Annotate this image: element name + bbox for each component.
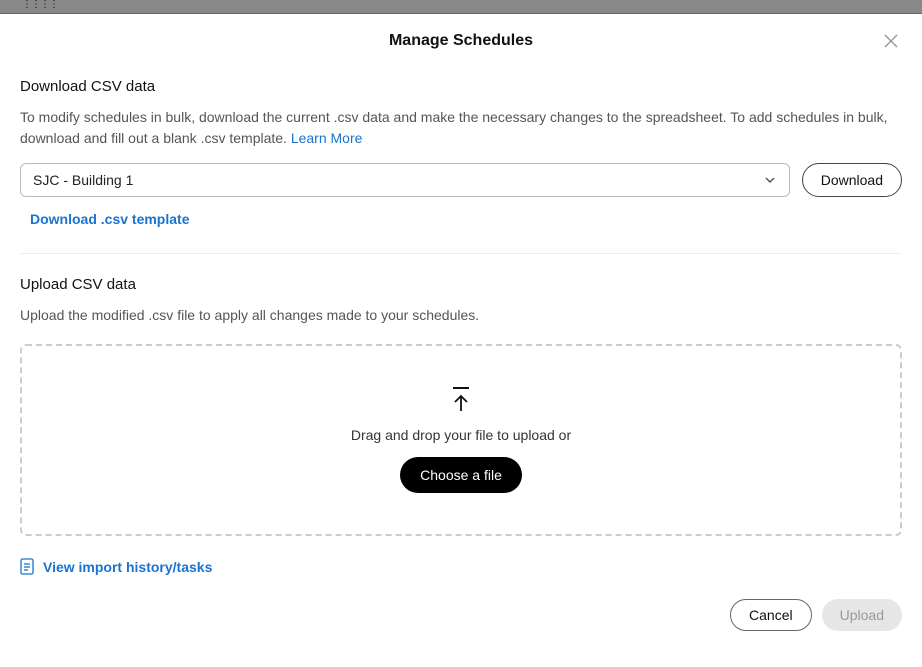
upload-icon <box>451 387 471 413</box>
cancel-button[interactable]: Cancel <box>730 599 812 631</box>
building-select[interactable]: SJC - Building 1 <box>20 163 790 197</box>
close-icon <box>883 33 899 49</box>
upload-section-heading: Upload CSV data <box>20 276 902 293</box>
learn-more-link[interactable]: Learn More <box>291 130 363 146</box>
upload-button[interactable]: Upload <box>822 599 902 631</box>
section-divider <box>20 253 902 254</box>
choose-file-button[interactable]: Choose a file <box>400 457 522 493</box>
close-button[interactable] <box>880 30 902 52</box>
dropzone-text: Drag and drop your file to upload or <box>351 427 571 443</box>
upload-section-description: Upload the modified .csv file to apply a… <box>20 305 902 326</box>
download-button[interactable]: Download <box>802 163 902 197</box>
view-import-history-link[interactable]: View import history/tasks <box>20 558 902 575</box>
building-select-value: SJC - Building 1 <box>33 172 133 188</box>
view-import-history-label: View import history/tasks <box>43 559 212 575</box>
chevron-down-icon <box>763 173 777 187</box>
download-section-heading: Download CSV data <box>20 78 902 95</box>
document-icon <box>20 558 35 575</box>
download-section-description: To modify schedules in bulk, download th… <box>20 107 902 149</box>
download-template-link[interactable]: Download .csv template <box>30 211 902 227</box>
modal-title: Manage Schedules <box>20 32 902 50</box>
manage-schedules-modal: Manage Schedules Download CSV data To mo… <box>0 14 922 651</box>
file-dropzone[interactable]: Drag and drop your file to upload or Cho… <box>20 344 902 536</box>
background-window-decoration: ⋮⋮⋮⋮ <box>0 0 922 10</box>
